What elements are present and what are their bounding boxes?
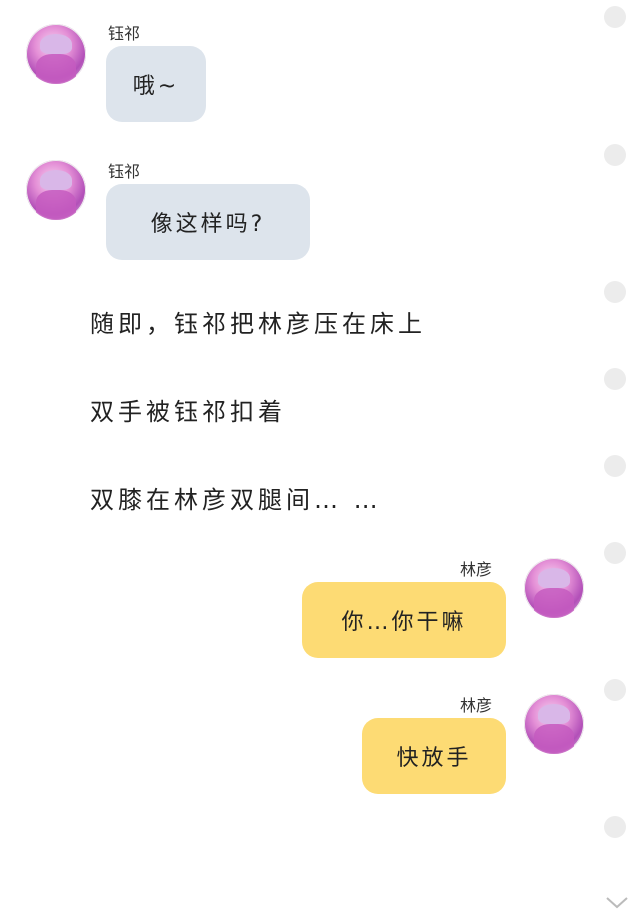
sender-name: 林彦 [460, 560, 493, 579]
select-radio[interactable] [604, 281, 626, 303]
avatar[interactable] [524, 558, 584, 618]
avatar[interactable] [524, 694, 584, 754]
sender-name: 林彦 [460, 696, 493, 715]
message-bubble[interactable]: 快放手 [362, 718, 506, 794]
avatar[interactable] [26, 160, 86, 220]
select-radio[interactable] [604, 6, 626, 28]
select-radio[interactable] [604, 816, 626, 838]
select-radio[interactable] [604, 542, 626, 564]
narration-line: 双手被钰祁扣着 [90, 398, 286, 426]
message-bubble[interactable]: 哦~ [106, 46, 206, 122]
message-bubble[interactable]: 你…你干嘛 [302, 582, 506, 658]
select-radio[interactable] [604, 679, 626, 701]
select-radio[interactable] [604, 455, 626, 477]
narration-line: 随即，钰祁把林彦压在床上 [90, 310, 426, 338]
message-bubble[interactable]: 像这样吗? [106, 184, 310, 260]
sender-name: 钰祁 [108, 24, 141, 43]
narration-line: 双膝在林彦双腿间… … [90, 486, 382, 514]
chevron-down-icon[interactable] [605, 896, 629, 910]
select-radio[interactable] [604, 144, 626, 166]
sender-name: 钰祁 [108, 162, 141, 181]
avatar[interactable] [26, 24, 86, 84]
select-radio[interactable] [604, 368, 626, 390]
